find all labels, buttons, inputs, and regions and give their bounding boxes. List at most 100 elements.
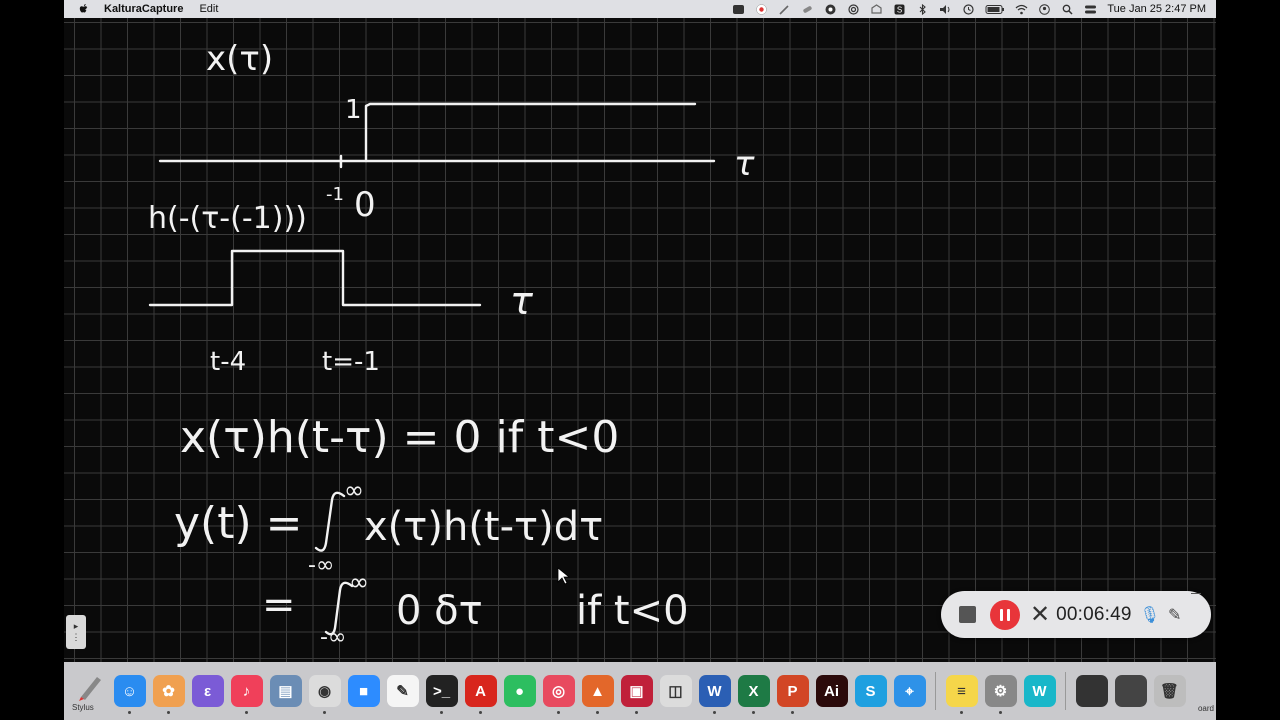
- equation-1: x(τ)h(t-τ) = 0 if t<0: [180, 412, 619, 463]
- edit-menu[interactable]: Edit: [199, 3, 218, 15]
- apple-logo-icon[interactable]: [78, 3, 90, 15]
- skype-icon[interactable]: S: [854, 675, 887, 707]
- powerpoint-glyph: P: [787, 682, 798, 700]
- zoom-icon[interactable]: ■: [347, 675, 380, 707]
- pen-icon[interactable]: [778, 4, 791, 15]
- music-glyph: ♪: [242, 682, 251, 700]
- music-icon[interactable]: ♪: [230, 675, 263, 714]
- stylus-app[interactable]: Stylus: [70, 671, 110, 712]
- equation-2-lhs: y(t) =: [174, 498, 302, 549]
- camera-icon[interactable]: [824, 4, 837, 15]
- safari-icon[interactable]: ⌖: [893, 675, 926, 707]
- finder-icon[interactable]: ☺: [113, 675, 146, 714]
- photos-ish-icon[interactable]: ✿: [152, 675, 185, 714]
- s-icon[interactable]: S: [893, 4, 906, 15]
- finder-glyph: ☺: [121, 682, 138, 700]
- flag-icon[interactable]: [755, 3, 768, 15]
- dock-separator: [1065, 672, 1066, 710]
- matlab-glyph: ▲: [590, 682, 605, 700]
- battery-icon[interactable]: [985, 4, 1005, 15]
- zoom-glyph: ■: [358, 682, 369, 700]
- emacs-glyph: ε: [203, 682, 212, 700]
- equation-3-lhs: =: [262, 582, 296, 628]
- wifi-icon[interactable]: [1015, 4, 1028, 15]
- airdrop-icon[interactable]: [847, 3, 860, 15]
- window-2-icon[interactable]: [1114, 675, 1147, 707]
- running-indicator: [751, 711, 755, 714]
- user-icon[interactable]: [1038, 3, 1051, 15]
- screenshot-icon[interactable]: ◫: [659, 675, 692, 707]
- tau-axis-1-label: τ: [734, 144, 755, 184]
- photo-booth-icon[interactable]: ◎: [542, 675, 575, 714]
- microphone-icon[interactable]: 🎙: [1140, 605, 1160, 625]
- handwriting-layer: x(τ) 1 τ -1 0 h(-(τ-(-1))) τ t-4 t=-1 x(…: [148, 39, 755, 650]
- t-minus-4-label: t-4: [210, 347, 246, 377]
- window-1-icon[interactable]: [1075, 675, 1108, 707]
- terminal-icon[interactable]: >_: [425, 675, 458, 714]
- h-function-label: h(-(τ-(-1))): [148, 201, 307, 236]
- trash-icon[interactable]: 🗑: [1153, 675, 1186, 707]
- skype-glyph: S: [865, 682, 876, 700]
- cancel-recording-icon[interactable]: ✕: [1030, 602, 1050, 627]
- status-icon[interactable]: [732, 4, 745, 15]
- bluetooth-icon[interactable]: [916, 3, 929, 15]
- side-drawer-tab[interactable]: ▸ ⋮: [66, 615, 86, 649]
- one-label: 1: [345, 95, 362, 125]
- illustrator-glyph: Ai: [824, 682, 839, 700]
- app-name-menu[interactable]: KalturaCapture: [104, 3, 183, 15]
- drawer-arrow-icon: ▸: [73, 621, 79, 631]
- excel-icon[interactable]: X: [737, 675, 770, 714]
- textedit-icon[interactable]: ✎: [386, 675, 419, 707]
- running-indicator: [634, 711, 638, 714]
- running-indicator: [127, 711, 131, 714]
- running-indicator: [959, 711, 963, 714]
- eq3-lower-limit: -∞: [320, 625, 346, 650]
- time-machine-icon[interactable]: [962, 3, 975, 15]
- running-indicator: [790, 711, 794, 714]
- chrome-icon[interactable]: ◉: [308, 675, 341, 714]
- photo-booth-glyph: ◎: [551, 683, 566, 700]
- settings-icon[interactable]: ⚙: [984, 675, 1017, 714]
- word-icon[interactable]: W: [698, 675, 731, 714]
- pause-recording-button[interactable]: [990, 599, 1020, 630]
- evernote-icon[interactable]: ●: [503, 675, 536, 707]
- notes-glyph: ≡: [957, 682, 966, 700]
- annotate-pen-icon[interactable]: ✎: [1168, 605, 1181, 625]
- kaltura-icon[interactable]: ▣: [620, 675, 653, 714]
- matlab-icon[interactable]: ▲: [581, 675, 614, 714]
- running-indicator: [166, 711, 170, 714]
- acrobat-icon[interactable]: A: [464, 675, 497, 714]
- chrome-glyph: ◉: [317, 683, 332, 700]
- board-label-wrap: oard: [1198, 698, 1214, 716]
- textedit-glyph: ✎: [396, 683, 409, 700]
- terminal-glyph: >_: [432, 682, 451, 700]
- whiteboard-canvas[interactable]: x(τ) 1 τ -1 0 h(-(τ-(-1))) τ t-4 t=-1 x(…: [64, 18, 1216, 662]
- upload-icon[interactable]: [870, 3, 883, 15]
- webex-icon[interactable]: W: [1023, 675, 1056, 707]
- drawer-grip-icon: ⋮: [71, 632, 81, 642]
- webex-glyph: W: [1032, 682, 1047, 700]
- status-area: S Tue Jan 25 2:47 PM: [732, 3, 1206, 15]
- right-pillarbox: [1216, 0, 1280, 720]
- running-indicator: [439, 711, 443, 714]
- control-center-icon[interactable]: [1084, 4, 1097, 15]
- bandage-icon[interactable]: [801, 4, 814, 15]
- integral-sign-1: [314, 491, 346, 552]
- notes-icon[interactable]: ≡: [945, 675, 978, 714]
- emacs-icon[interactable]: ε: [191, 675, 224, 707]
- eq2-upper-limit: ∞: [344, 476, 364, 504]
- search-icon[interactable]: [1061, 4, 1074, 15]
- menu-bar: KalturaCapture Edit S Tue Jan 25 2:47 PM: [64, 0, 1216, 18]
- preview-icon[interactable]: ▤: [269, 675, 302, 707]
- illustrator-icon[interactable]: Ai: [815, 675, 848, 707]
- volume-icon[interactable]: [939, 4, 952, 15]
- running-indicator: [478, 711, 482, 714]
- minimize-icon[interactable]: [1191, 593, 1201, 594]
- stop-recording-button[interactable]: [959, 606, 976, 623]
- running-indicator: [595, 711, 599, 714]
- running-indicator: [556, 711, 560, 714]
- menu-clock[interactable]: Tue Jan 25 2:47 PM: [1107, 3, 1206, 15]
- evernote-glyph: ●: [514, 682, 525, 700]
- left-pillarbox: [0, 0, 64, 720]
- powerpoint-icon[interactable]: P: [776, 675, 809, 714]
